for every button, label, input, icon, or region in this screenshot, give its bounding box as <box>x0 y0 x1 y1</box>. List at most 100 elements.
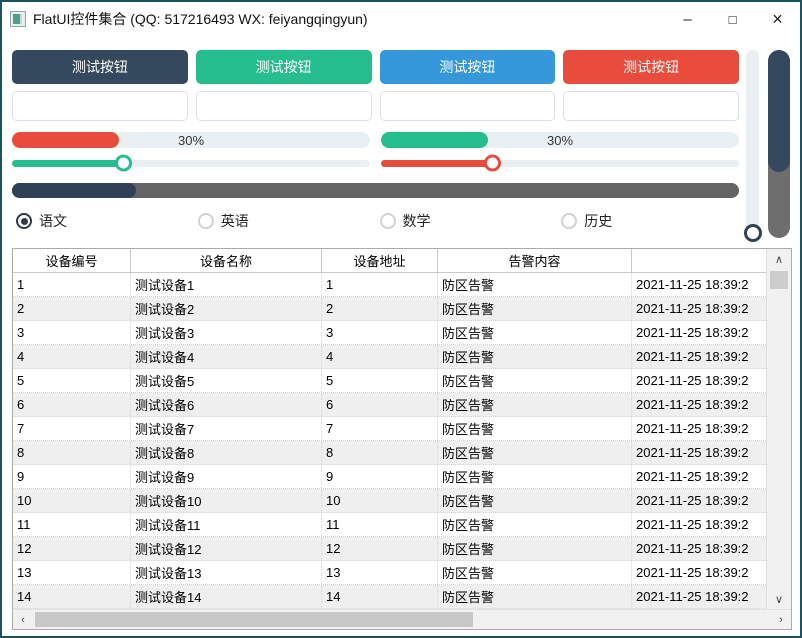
table-cell: 防区告警 <box>438 585 632 608</box>
table-cell: 1 <box>322 273 438 296</box>
table-cell: 8 <box>322 441 438 464</box>
table-row[interactable]: 8 测试设备8 8 防区告警 2021-11-25 18:39:2 <box>13 441 766 465</box>
table-cell: 防区告警 <box>438 465 632 488</box>
radio-option-3[interactable]: 数学 <box>376 211 558 231</box>
table-cell: 14 <box>13 585 131 608</box>
table-row[interactable]: 1 测试设备1 1 防区告警 2021-11-25 18:39:2 <box>13 273 766 297</box>
table-cell: 5 <box>13 369 131 392</box>
text-input-4[interactable] <box>563 91 739 121</box>
scroll-up-icon[interactable]: ∧ <box>767 249 791 269</box>
radio-unchecked-icon[interactable] <box>197 213 214 229</box>
test-button-dark[interactable]: 测试按钮 <box>12 50 188 84</box>
table-cell: 11 <box>13 513 131 536</box>
column-header-1[interactable]: 设备编号 <box>13 249 131 273</box>
table-cell: 防区告警 <box>438 537 632 560</box>
scroll-down-icon[interactable]: ∨ <box>767 589 791 609</box>
table-row[interactable]: 9 测试设备9 9 防区告警 2021-11-25 18:39:2 <box>13 465 766 489</box>
table-row[interactable]: 14 测试设备14 14 防区告警 2021-11-25 18:39:2 <box>13 585 766 609</box>
radio-label: 历史 <box>584 213 613 229</box>
minimize-button[interactable]: – <box>665 2 710 36</box>
table-cell: 4 <box>322 345 438 368</box>
table-cell: 7 <box>322 417 438 440</box>
table-cell: 13 <box>322 561 438 584</box>
radio-option-4[interactable]: 历史 <box>557 211 739 231</box>
table-cell: 7 <box>13 417 131 440</box>
table-cell: 14 <box>322 585 438 608</box>
progressbar-green: 30% <box>381 132 739 148</box>
maximize-button[interactable]: □ <box>710 2 755 36</box>
table-horizontal-scrollbar[interactable]: ‹ › <box>13 609 791 629</box>
table-row[interactable]: 3 测试设备3 3 防区告警 2021-11-25 18:39:2 <box>13 321 766 345</box>
table-cell: 防区告警 <box>438 417 632 440</box>
vertical-widgets <box>743 50 790 242</box>
titlebar: FlatUI控件集合 (QQ: 517216493 WX: feiyangqin… <box>2 2 800 36</box>
app-window: FlatUI控件集合 (QQ: 517216493 WX: feiyangqin… <box>0 0 802 638</box>
table-cell: 测试设备10 <box>131 489 322 512</box>
slider-green[interactable] <box>12 154 370 172</box>
table-cell: 1 <box>13 273 131 296</box>
table-cell: 11 <box>322 513 438 536</box>
radio-unchecked-icon[interactable] <box>561 213 578 229</box>
test-button-red[interactable]: 测试按钮 <box>563 50 739 84</box>
vertical-scrollbar-thumb[interactable] <box>770 271 788 289</box>
table-vertical-scrollbar[interactable]: ∧ ∨ <box>766 249 791 609</box>
radio-unchecked-icon[interactable] <box>379 213 396 229</box>
table-cell: 2 <box>322 297 438 320</box>
vertical-slider-handle[interactable] <box>743 224 762 242</box>
table-row[interactable]: 6 测试设备6 6 防区告警 2021-11-25 18:39:2 <box>13 393 766 417</box>
test-button-blue[interactable]: 测试按钮 <box>379 50 556 84</box>
table-cell: 2 <box>13 297 131 320</box>
table-cell: 2021-11-25 18:39:2 <box>636 349 749 364</box>
radio-option-2[interactable]: 英语 <box>194 211 376 231</box>
table-cell: 测试设备2 <box>131 297 322 320</box>
column-header-5[interactable] <box>632 249 766 273</box>
table-row[interactable]: 2 测试设备2 2 防区告警 2021-11-25 18:39:2 <box>13 297 766 321</box>
table-cell: 9 <box>322 465 438 488</box>
table-cell: 9 <box>13 465 131 488</box>
radio-option-1[interactable]: 语文 <box>12 211 194 231</box>
table-cell: 2021-11-25 18:39:2 <box>636 301 749 316</box>
table-row[interactable]: 5 测试设备5 5 防区告警 2021-11-25 18:39:2 <box>13 369 766 393</box>
table-row[interactable]: 10 测试设备10 10 防区告警 2021-11-25 18:39:2 <box>13 489 766 513</box>
table-cell: 防区告警 <box>438 321 632 344</box>
table-cell: 10 <box>322 489 438 512</box>
column-header-3[interactable]: 设备地址 <box>322 249 438 273</box>
horizontal-scrollbar-thumb[interactable] <box>35 612 473 627</box>
table-cell: 2021-11-25 18:39:2 <box>636 421 749 436</box>
slider-red-handle[interactable] <box>483 154 501 172</box>
table-cell: 防区告警 <box>438 345 632 368</box>
close-button[interactable]: × <box>755 2 800 36</box>
text-input-2[interactable] <box>195 91 372 121</box>
table-cell: 2021-11-25 18:39:2 <box>636 325 749 340</box>
scroll-left-icon[interactable]: ‹ <box>13 610 33 629</box>
slider-red[interactable] <box>381 154 739 172</box>
slider-row <box>12 154 739 172</box>
radio-group: 语文 英语 数学 历史 <box>12 208 739 234</box>
radio-label: 英语 <box>220 213 249 229</box>
table-row[interactable]: 13 测试设备13 13 防区告警 2021-11-25 18:39:2 <box>13 561 766 585</box>
table-cell: 测试设备3 <box>131 321 322 344</box>
vertical-slider[interactable] <box>743 50 762 242</box>
table-row[interactable]: 4 测试设备4 4 防区告警 2021-11-25 18:39:2 <box>13 345 766 369</box>
table-cell: 测试设备13 <box>131 561 322 584</box>
test-button-green[interactable]: 测试按钮 <box>195 50 372 84</box>
column-header-2[interactable]: 设备名称 <box>131 249 322 273</box>
table-cell: 防区告警 <box>438 561 632 584</box>
table-cell: 4 <box>13 345 131 368</box>
table-cell: 2021-11-25 18:39:2 <box>636 469 749 484</box>
slider-green-handle[interactable] <box>114 154 132 172</box>
table-row[interactable]: 12 测试设备12 12 防区告警 2021-11-25 18:39:2 <box>13 537 766 561</box>
table-cell: 2021-11-25 18:39:2 <box>636 277 749 292</box>
table-cell: 8 <box>13 441 131 464</box>
scroll-right-icon[interactable]: › <box>771 610 791 629</box>
radio-checked-icon[interactable] <box>16 213 32 229</box>
vertical-progressbar <box>768 50 790 238</box>
table-row[interactable]: 11 测试设备11 11 防区告警 2021-11-25 18:39:2 <box>13 513 766 537</box>
table-cell: 6 <box>322 393 438 416</box>
table-cell: 测试设备6 <box>131 393 322 416</box>
column-header-4[interactable]: 告警内容 <box>438 249 632 273</box>
text-input-3[interactable] <box>379 91 556 121</box>
table-cell: 测试设备1 <box>131 273 322 296</box>
text-input-1[interactable] <box>12 91 188 121</box>
table-row[interactable]: 7 测试设备7 7 防区告警 2021-11-25 18:39:2 <box>13 417 766 441</box>
